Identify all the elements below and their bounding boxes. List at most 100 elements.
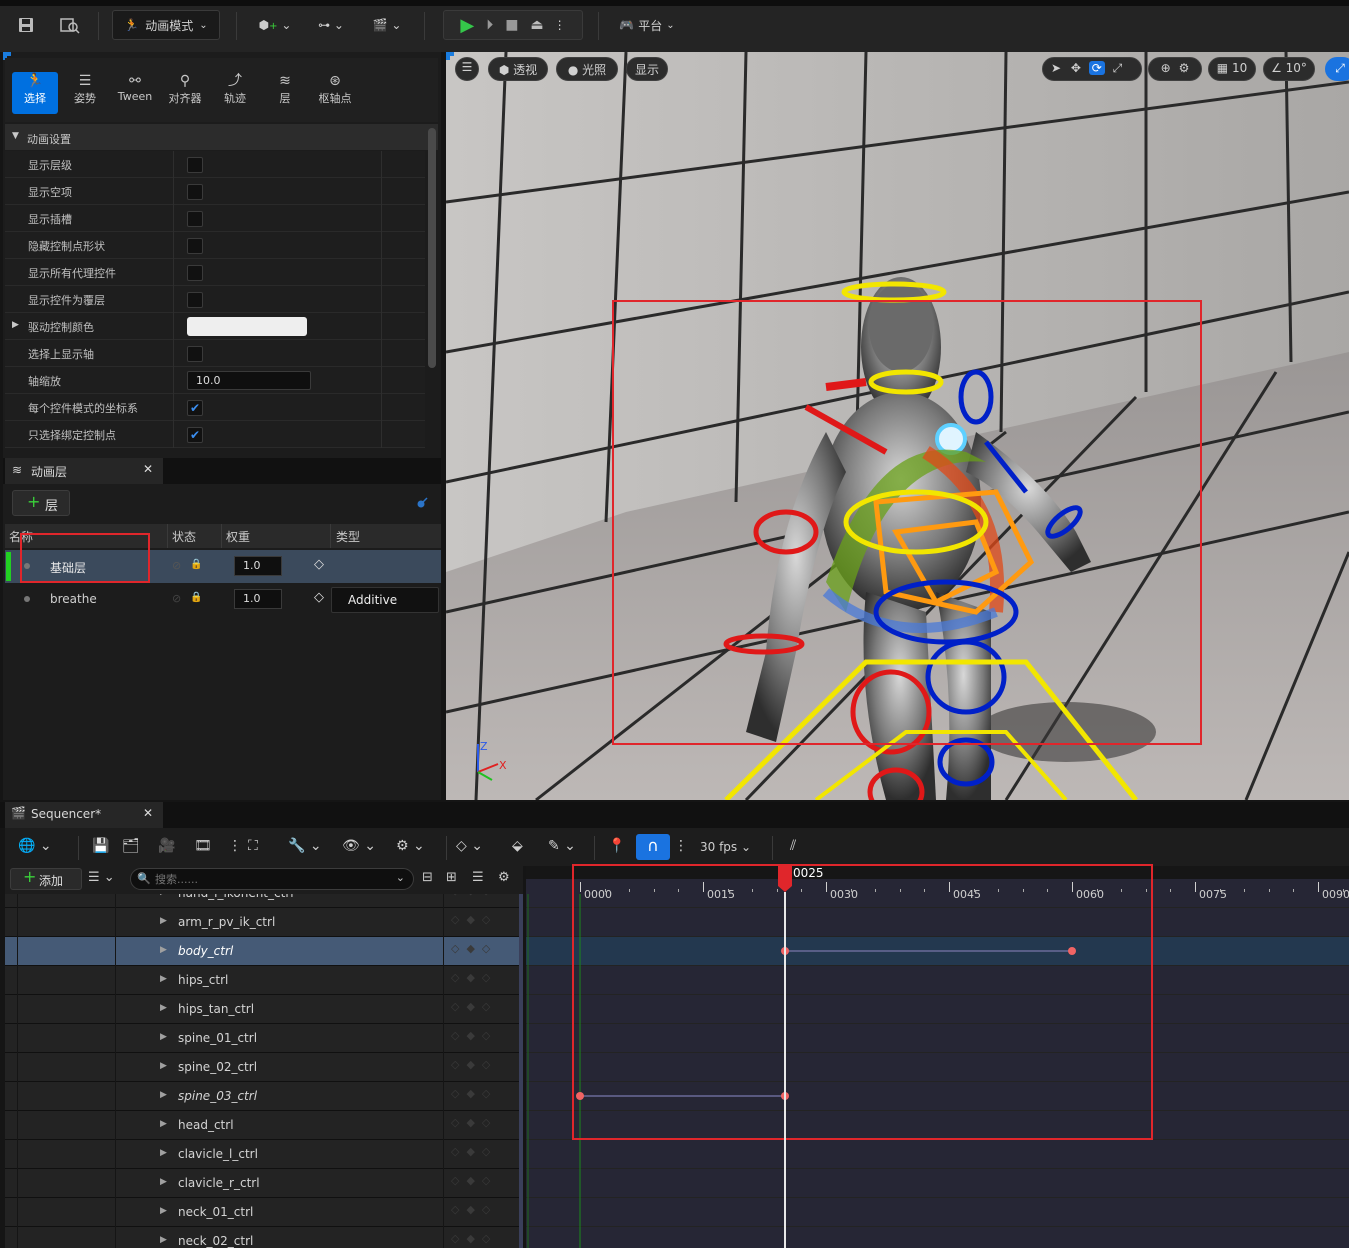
key-nav-icon[interactable]: ◇◆◇ [451,1174,497,1187]
platform-dropdown[interactable]: 🎮 平台 ⌄ [612,10,682,40]
track-row[interactable]: ▶ hips_ctrl ◇◆◇ [5,966,523,995]
expand-arrow-icon[interactable]: ▶ [160,945,167,955]
expand-arrow-icon[interactable]: ▶ [160,1235,167,1245]
track-row[interactable]: ▶ body_ctrl ◇◆◇ [5,937,523,966]
collapse-icon[interactable]: ⊟ [422,870,433,885]
move-icon[interactable]: ✥ [1071,61,1081,75]
settings-gear-icon[interactable]: ⚙ [498,870,510,885]
expand-arrow-icon[interactable]: ▶ [160,1090,167,1100]
col-state[interactable]: 状态 [172,528,196,545]
layer-weight-input[interactable]: 1.0 [234,556,282,576]
snap-magnet-icon[interactable]: ∩ [636,834,670,860]
pen-icon[interactable]: ✎ ⌄ [548,838,576,854]
expand-arrow-icon[interactable]: ▶ [160,1206,167,1216]
key-nav-icon[interactable]: ◇◆◇ [451,1232,497,1245]
mode-dropdown[interactable]: 🏃 动画模式 ⌄ [112,10,220,40]
snap-options-icon[interactable]: ⋮ [674,838,688,854]
camera-icon[interactable]: 🎥 [158,838,175,854]
save-sequence-icon[interactable]: 💾 [92,838,109,854]
key-nav-icon[interactable]: ◇◆◇ [451,913,497,926]
mode-layers[interactable]: ≋ 层 [262,72,308,114]
close-icon[interactable]: ✕ [143,462,153,476]
grid-snap-button[interactable]: ▦ 10 [1208,57,1256,81]
layer-weight-input[interactable]: 1.0 [234,589,282,609]
setting-checkbox[interactable]: ✔ [187,400,203,416]
show-button[interactable]: 显示 [626,57,668,81]
wrench-icon[interactable]: 🔧 ⌄ [288,838,322,854]
lock-icon[interactable]: 🔒 [190,559,202,570]
tree-scrollbar[interactable] [519,894,523,1248]
track-row[interactable]: ▶ neck_01_ctrl ◇◆◇ [5,1198,523,1227]
play-icon[interactable]: ▶ [460,15,474,36]
viewport-menu-icon[interactable]: ☰ [455,57,479,81]
fps-dropdown[interactable]: 30 fps ⌄ [700,840,751,854]
expand-arrow-icon[interactable]: ▶ [160,1177,167,1187]
add-actor-button[interactable]: ⬢+ ⌄ [254,10,296,40]
chevron-down-icon[interactable]: ⌄ [396,871,405,884]
key-weight-icon[interactable]: ◇ [314,557,324,572]
perspective-button[interactable]: ⬢ 透视 [488,57,548,81]
key-nav-icon[interactable]: ◇◆◇ [451,1145,497,1158]
setting-checkbox[interactable]: ✔ [187,427,203,443]
marker-icon[interactable]: 📍 [608,838,625,854]
expand-arrow-icon[interactable]: ▶ [160,1119,167,1129]
search-input[interactable] [155,871,385,887]
track-row[interactable]: ▶ spine_03_ctrl ◇◆◇ [5,1082,523,1111]
lock-icon[interactable]: 🔒 [190,592,202,603]
color-swatch[interactable] [187,317,307,336]
expand-arrow-icon[interactable]: ▶ [160,894,167,897]
setting-checkbox[interactable] [187,292,203,308]
key-diamond-icon[interactable]: ◇ ⌄ [456,838,483,854]
lit-button[interactable]: ● 光照 [556,57,618,81]
world-icon[interactable]: 🌐 ⌄ [18,838,52,854]
filter-icon[interactable]: ☰ ⌄ [88,870,115,885]
track-row[interactable]: ▶ arm_r_pv_ik_ctrl ◇◆◇ [5,908,523,937]
list-icon[interactable]: ☰ [472,870,484,885]
mute-icon[interactable]: ⊘ [172,559,181,572]
stop-icon[interactable]: ■ [505,17,518,33]
select-cursor-icon[interactable]: ➤ [1051,61,1061,75]
track-row[interactable]: ▶ head_ctrl ◇◆◇ [5,1111,523,1140]
expand-arrow-icon[interactable]: ▶ [160,916,167,926]
expand-arrow-icon[interactable]: ▶ [160,1061,167,1071]
mode-pivot[interactable]: ⊛ 枢轴点 [312,72,358,114]
anim-settings-header[interactable]: ▼ 动画设置 [5,124,438,150]
mode-trails[interactable]: ⤴ 轨迹 [212,72,258,114]
maximize-viewport-icon[interactable]: ⤢ [1325,57,1349,81]
setting-checkbox[interactable] [187,346,203,362]
track-row[interactable]: ▶ spine_01_ctrl ◇◆◇ [5,1024,523,1053]
mode-select[interactable]: 🏃 选择 [12,72,58,114]
scale-icon[interactable]: ⤢ [1113,61,1123,75]
expand-arrow-icon[interactable]: ▶ [160,974,167,984]
track-search[interactable]: 🔍 ⌄ [130,868,414,890]
setting-checkbox[interactable] [187,211,203,227]
setting-checkbox[interactable] [187,265,203,281]
track-row[interactable]: ▶ spine_02_ctrl ◇◆◇ [5,1053,523,1082]
expand-arrow-icon[interactable]: ▶ [160,1148,167,1158]
col-weight[interactable]: 权重 [226,528,250,545]
key-nav-icon[interactable]: ◇◆◇ [451,1000,497,1013]
key-nav-icon[interactable]: ◇◆◇ [451,1058,497,1071]
rotate-icon[interactable]: ⟳ [1088,61,1105,75]
key-nav-icon[interactable]: ◇◆◇ [451,971,497,984]
expand-arrow-icon[interactable]: ▶ [160,1032,167,1042]
mode-snapper[interactable]: ⚲ 对齐器 [162,72,208,114]
key-nav-icon[interactable]: ◇◆◇ [451,942,497,955]
step-icon[interactable]: ⏵ [486,17,493,33]
track-row[interactable]: ▶ hand_l_ikonent_ctrl ◇◆◇ [5,894,523,908]
mode-tween[interactable]: ⚯ Tween [112,72,158,114]
setting-checkbox[interactable] [187,238,203,254]
track-row[interactable]: ▶ neck_02_ctrl ◇◆◇ [5,1227,523,1248]
layer-type-dropdown[interactable]: Additive [331,587,439,613]
mode-pose[interactable]: ☰ 姿势 [62,72,108,114]
playhead[interactable] [778,866,792,892]
playback-settings-icon[interactable]: ⚙ ⌄ [396,838,425,854]
more-icon[interactable]: ⋮ [228,838,242,854]
key-nav-icon[interactable]: ◇◆◇ [451,894,497,897]
key-weight-icon[interactable]: ◇ [314,590,324,605]
key-nav-icon[interactable]: ◇◆◇ [451,1203,497,1216]
curve-editor-icon[interactable]: ⫽ [790,838,796,854]
key-nav-icon[interactable]: ◇◆◇ [451,1029,497,1042]
eject-icon[interactable]: ⏏ [530,17,543,33]
render-icon[interactable]: 🎞 [194,838,212,854]
